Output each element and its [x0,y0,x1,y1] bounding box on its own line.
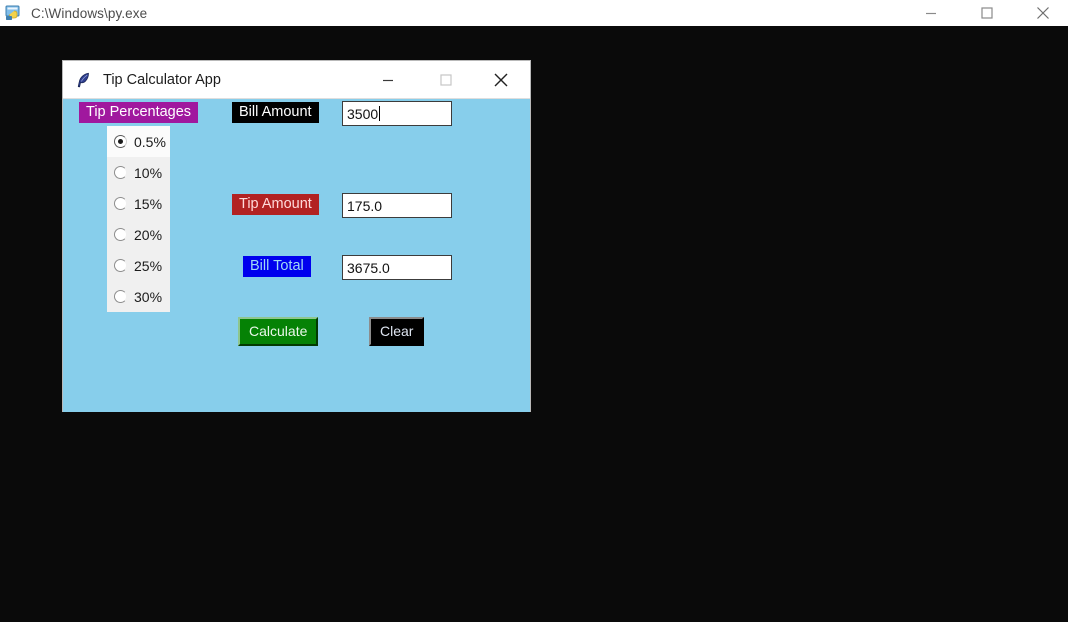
radio-option-20[interactable]: 20% [107,219,170,250]
app-close-button[interactable] [478,61,524,99]
close-icon [1037,7,1049,19]
radio-label: 20% [134,226,163,243]
radio-option-30[interactable]: 30% [107,281,170,312]
bill-amount-label: Bill Amount [232,102,319,123]
os-minimize-button[interactable] [908,0,954,26]
app-minimize-button[interactable] [365,61,411,99]
app-maximize-button[interactable] [423,61,469,99]
radio-label: 30% [134,288,163,305]
radio-selected-icon [114,135,127,148]
console-python-icon [5,4,23,22]
app-window-title: Tip Calculator App [103,71,221,88]
text-caret [379,106,381,121]
os-maximize-button[interactable] [964,0,1010,26]
os-titlebar: C:\Windows\py.exe [0,0,1068,26]
bill-amount-input[interactable]: 3500 [342,101,452,126]
radio-option-25[interactable]: 25% [107,250,170,281]
radio-unselected-icon [114,228,127,241]
tip-percentages-label: Tip Percentages [79,102,199,123]
app-body: Tip Percentages 0.5% 10% 15% 20% 25% 30%… [63,99,530,412]
tip-amount-label: Tip Amount [232,194,319,215]
radio-option-15[interactable]: 15% [107,188,170,219]
calculate-button[interactable]: Calculate [238,317,319,346]
os-window-title: C:\Windows\py.exe [31,5,148,21]
radio-label: 25% [134,257,163,274]
tip-amount-value: 175.0 [347,197,383,214]
tip-amount-input[interactable]: 175.0 [342,193,452,218]
radio-unselected-icon [114,259,127,272]
radio-option-0-5[interactable]: 0.5% [107,126,170,157]
bill-total-label: Bill Total [243,256,311,277]
maximize-icon [440,74,452,86]
radio-unselected-icon [114,197,127,210]
radio-unselected-icon [114,290,127,303]
minimize-icon [383,79,393,82]
radio-unselected-icon [114,166,127,179]
minimize-icon [926,12,936,15]
tip-percentage-radio-group[interactable]: 0.5% 10% 15% 20% 25% 30% [107,126,170,312]
tkinter-feather-icon [75,71,93,89]
os-window: C:\Windows\py.exe Tip Calculator App Tip… [0,0,1068,622]
tip-calculator-window: Tip Calculator App Tip Percentages 0.5% … [62,60,531,412]
bill-total-value: 3675.0 [347,259,390,276]
bill-amount-value: 3500 [347,105,379,122]
radio-label: 0.5% [134,133,166,150]
app-titlebar[interactable]: Tip Calculator App [63,61,530,99]
close-icon [494,73,508,87]
os-close-button[interactable] [1020,0,1066,26]
maximize-icon [981,7,993,19]
radio-option-10[interactable]: 10% [107,157,170,188]
radio-label: 10% [134,164,163,181]
clear-button[interactable]: Clear [369,317,425,346]
radio-label: 15% [134,195,163,212]
bill-total-input[interactable]: 3675.0 [342,255,452,280]
